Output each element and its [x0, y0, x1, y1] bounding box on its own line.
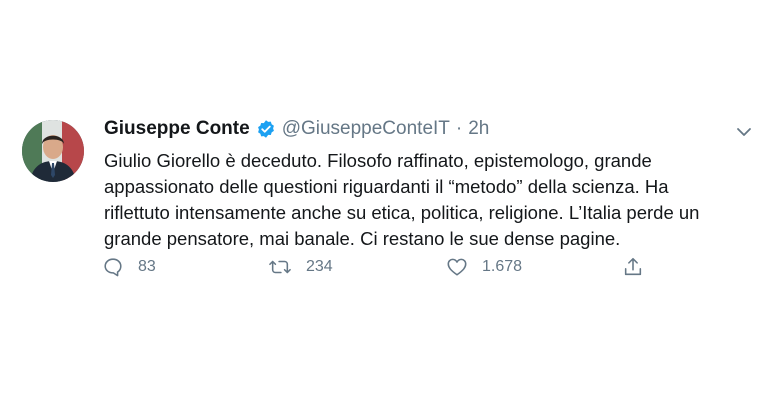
heart-icon [447, 258, 467, 276]
timestamp[interactable]: 2h [468, 118, 489, 140]
share-icon [624, 257, 642, 276]
retweet-icon [269, 260, 291, 274]
retweet-button[interactable]: 234 [268, 256, 333, 278]
tweet-card[interactable]: Giuseppe Conte @GiuseppeConteIT · 2h Giu… [22, 112, 752, 292]
retweet-count: 234 [306, 258, 333, 275]
display-name[interactable]: Giuseppe Conte [104, 118, 250, 140]
like-button[interactable]: 1.678 [446, 256, 522, 278]
separator-dot: · [455, 118, 463, 139]
comment-icon [104, 258, 122, 277]
tweet-content: Giuseppe Conte @GiuseppeConteIT · 2h Giu… [104, 112, 724, 252]
tweet-actions: 83 234 1.678 [102, 256, 662, 282]
like-count: 1.678 [482, 258, 523, 275]
user-handle[interactable]: @GiuseppeConteIT [282, 118, 450, 140]
verified-badge-icon [256, 119, 276, 139]
reply-count: 83 [138, 258, 156, 275]
tweet-text: Giulio Giorello è deceduto. Filosofo raf… [104, 150, 700, 249]
reply-button[interactable]: 83 [102, 256, 156, 278]
chevron-down-icon[interactable] [734, 122, 754, 142]
tweet-header: Giuseppe Conte @GiuseppeConteIT · 2h [104, 112, 724, 146]
share-button[interactable] [622, 256, 658, 278]
avatar[interactable] [22, 120, 84, 182]
